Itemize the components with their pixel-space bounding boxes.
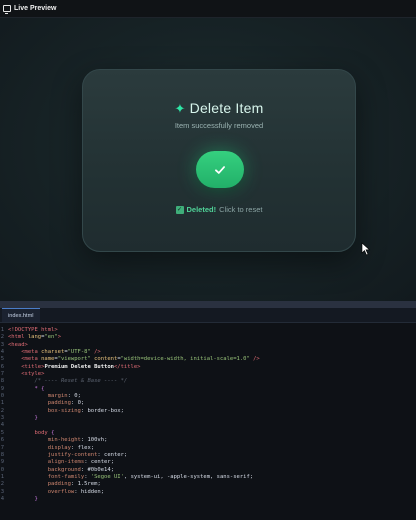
window-title: Live Preview bbox=[14, 5, 57, 12]
delete-button[interactable] bbox=[196, 151, 244, 188]
reset-status[interactable]: ✓ Deleted! Click to reset bbox=[83, 205, 355, 214]
monitor-icon bbox=[3, 5, 11, 14]
status-text: Click to reset bbox=[219, 205, 263, 214]
code-body: 1 <!DOCTYPE html> 2 <html lang="en"> 3 <hea… bbox=[0, 327, 260, 502]
delete-card: ✦ Delete Item Item successfully removed ✓… bbox=[82, 69, 356, 252]
card-title-text: Delete Item bbox=[189, 100, 264, 116]
checkmark-icon bbox=[215, 165, 225, 174]
pane-divider[interactable] bbox=[0, 301, 416, 308]
editor-tabstrip: index.html bbox=[0, 308, 416, 323]
card-subtitle: Item successfully removed bbox=[174, 121, 264, 130]
mouse-cursor-icon bbox=[361, 242, 371, 256]
code-editor[interactable]: index.html 1 <!DOCTYPE html> 2 <html lang=… bbox=[0, 308, 416, 520]
status-bold: Deleted! bbox=[186, 205, 217, 214]
card-title: ✦ Delete Item bbox=[83, 100, 355, 117]
sparkle-icon: ✦ bbox=[174, 101, 186, 116]
tab-index-html[interactable]: index.html bbox=[2, 308, 40, 322]
live-preview-pane: ✦ Delete Item Item successfully removed ✓… bbox=[0, 18, 416, 301]
window-titlebar: Live Preview bbox=[0, 0, 416, 18]
checkbox-icon: ✓ bbox=[175, 205, 184, 214]
